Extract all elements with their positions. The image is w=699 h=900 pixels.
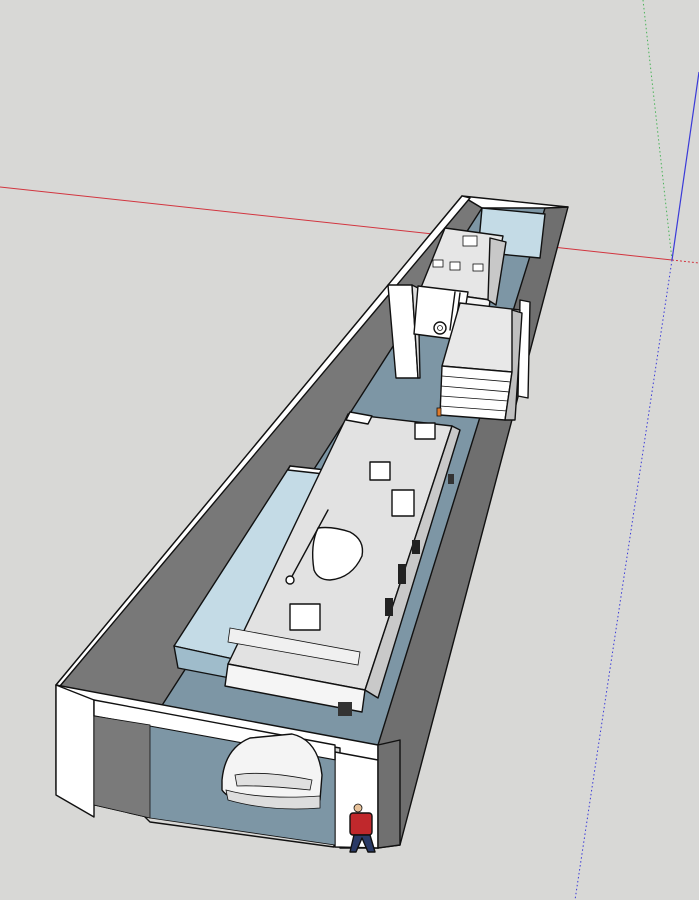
garage-front-right-side [377, 739, 401, 849]
fw-roof-vent-1 [414, 422, 436, 440]
green-axis-dotted [642, 0, 673, 261]
rv-motorhome-spare-wheel [433, 321, 447, 335]
fw-side-window-2 [398, 564, 406, 584]
fw-side-window-1 [385, 598, 393, 616]
front-bay-left-shadow [93, 715, 151, 819]
roof-vent-3 [432, 259, 444, 268]
car[interactable] [221, 733, 323, 810]
blue-axis-dotted [574, 259, 673, 900]
trailer-marker-light [436, 407, 442, 417]
roof-vent-2 [449, 261, 461, 271]
cargo-trailer-front [439, 365, 513, 421]
figure-head [353, 803, 363, 813]
red-axis-dotted [671, 259, 699, 264]
fw-roof-vent-4 [289, 603, 321, 631]
fw-rear-jack [448, 474, 454, 484]
blue-axis [671, 71, 699, 261]
fw-roof-vent-3 [391, 489, 415, 517]
modeling-viewport[interactable] [0, 0, 699, 900]
front-door-frame-left [55, 684, 95, 818]
red-axis [0, 186, 673, 261]
fw-side-window-3 [412, 540, 420, 554]
roof-vent-1 [462, 235, 478, 247]
roof-vent-4 [472, 263, 484, 272]
garage-back-wall [461, 195, 569, 209]
fw-landing-gear [338, 702, 352, 716]
fw-roof-antenna-base [285, 575, 295, 585]
fw-roof-vent-2 [369, 461, 391, 481]
figure-shirt [349, 812, 373, 836]
3d-scene[interactable] [0, 0, 699, 900]
